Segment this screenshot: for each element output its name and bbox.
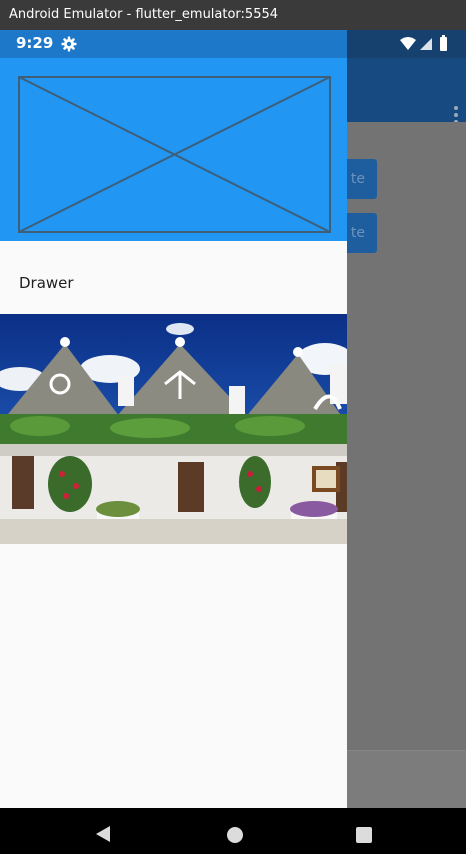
drawer-header xyxy=(0,58,347,241)
system-status-icons xyxy=(400,35,447,51)
device-screen: te te 9:29 Drawer xyxy=(0,30,466,808)
navigation-bar xyxy=(0,808,466,854)
drawer-title: Drawer xyxy=(19,274,74,292)
window-title-bar: Android Emulator - flutter_emulator:5554 xyxy=(0,0,466,30)
drawer-status-bar: 9:29 xyxy=(0,30,347,58)
window-title: Android Emulator - flutter_emulator:5554 xyxy=(9,7,279,22)
app-bottom-area xyxy=(347,750,466,808)
status-time: 9:29 xyxy=(16,34,54,52)
gear-icon xyxy=(61,36,77,52)
navigation-drawer: 9:29 Drawer xyxy=(0,30,347,808)
recents-icon[interactable] xyxy=(356,827,372,843)
battery-icon xyxy=(440,35,447,51)
home-icon[interactable] xyxy=(227,827,243,843)
image-placeholder-icon xyxy=(18,76,331,233)
trulli-houses-photo xyxy=(0,314,347,544)
cell-signal-icon xyxy=(420,38,432,50)
wifi-icon xyxy=(400,37,416,50)
back-icon[interactable] xyxy=(95,825,111,843)
